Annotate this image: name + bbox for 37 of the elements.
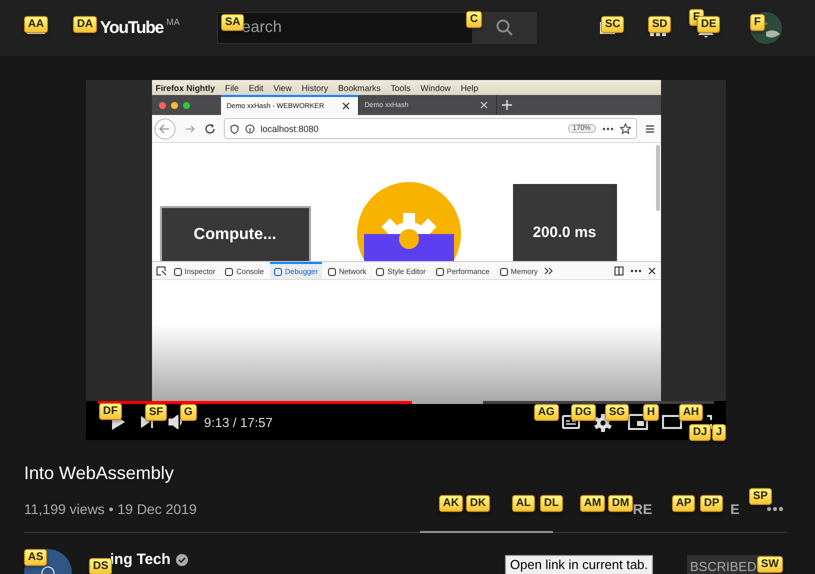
hint-tooltip: DL (540, 495, 563, 512)
hint-tooltip: AK (439, 495, 463, 512)
hint-tooltip: J (712, 424, 726, 441)
hint-tooltip: SG (605, 404, 629, 421)
hint-tooltip: AH (679, 404, 703, 421)
hint-tooltip: SW (757, 556, 783, 573)
time-display: 9:13 / 17:57 (204, 414, 273, 430)
hint-tooltip: DE (697, 16, 720, 33)
hint-tooltip: G (180, 404, 197, 421)
hint-tooltip: AS (24, 549, 48, 566)
link-tooltip: Open link in current tab. (505, 555, 654, 574)
hint-tooltip: AM (580, 495, 606, 512)
video-meta: 11,199 views • 19 Dec 2019 (24, 500, 197, 516)
hint-tooltip: DJ (689, 424, 712, 441)
hint-tooltip: H (643, 404, 659, 421)
hint-tooltip: SC (601, 16, 624, 33)
hint-tooltip: SF (145, 404, 168, 421)
hint-tooltip: DF (99, 403, 122, 420)
hint-tooltip: DS (89, 558, 112, 574)
result-box: 200.0 ms (512, 184, 616, 261)
hint-tooltip: DP (700, 495, 724, 512)
hint-tooltip: AP (672, 495, 696, 512)
hint-tooltip: SA (221, 14, 244, 31)
hint-tooltip: DM (608, 495, 634, 512)
url-text: localhost:8080 (260, 124, 320, 134)
hint-tooltip: AG (534, 404, 558, 421)
hint-tooltip: DG (571, 404, 596, 421)
hint-tooltip: SD (648, 16, 672, 33)
hint-tooltip: AA (24, 16, 48, 33)
hint-tooltip: C (466, 11, 482, 28)
video-title: Into WebAssembly (24, 462, 175, 485)
hint-tooltip: SP (749, 488, 772, 505)
hint-tooltip: DK (466, 495, 490, 512)
hint-tooltip: AL (512, 495, 535, 512)
hint-tooltip: DA (73, 16, 97, 33)
country-code: MA (166, 17, 180, 27)
hint-tooltip: F (750, 14, 765, 31)
